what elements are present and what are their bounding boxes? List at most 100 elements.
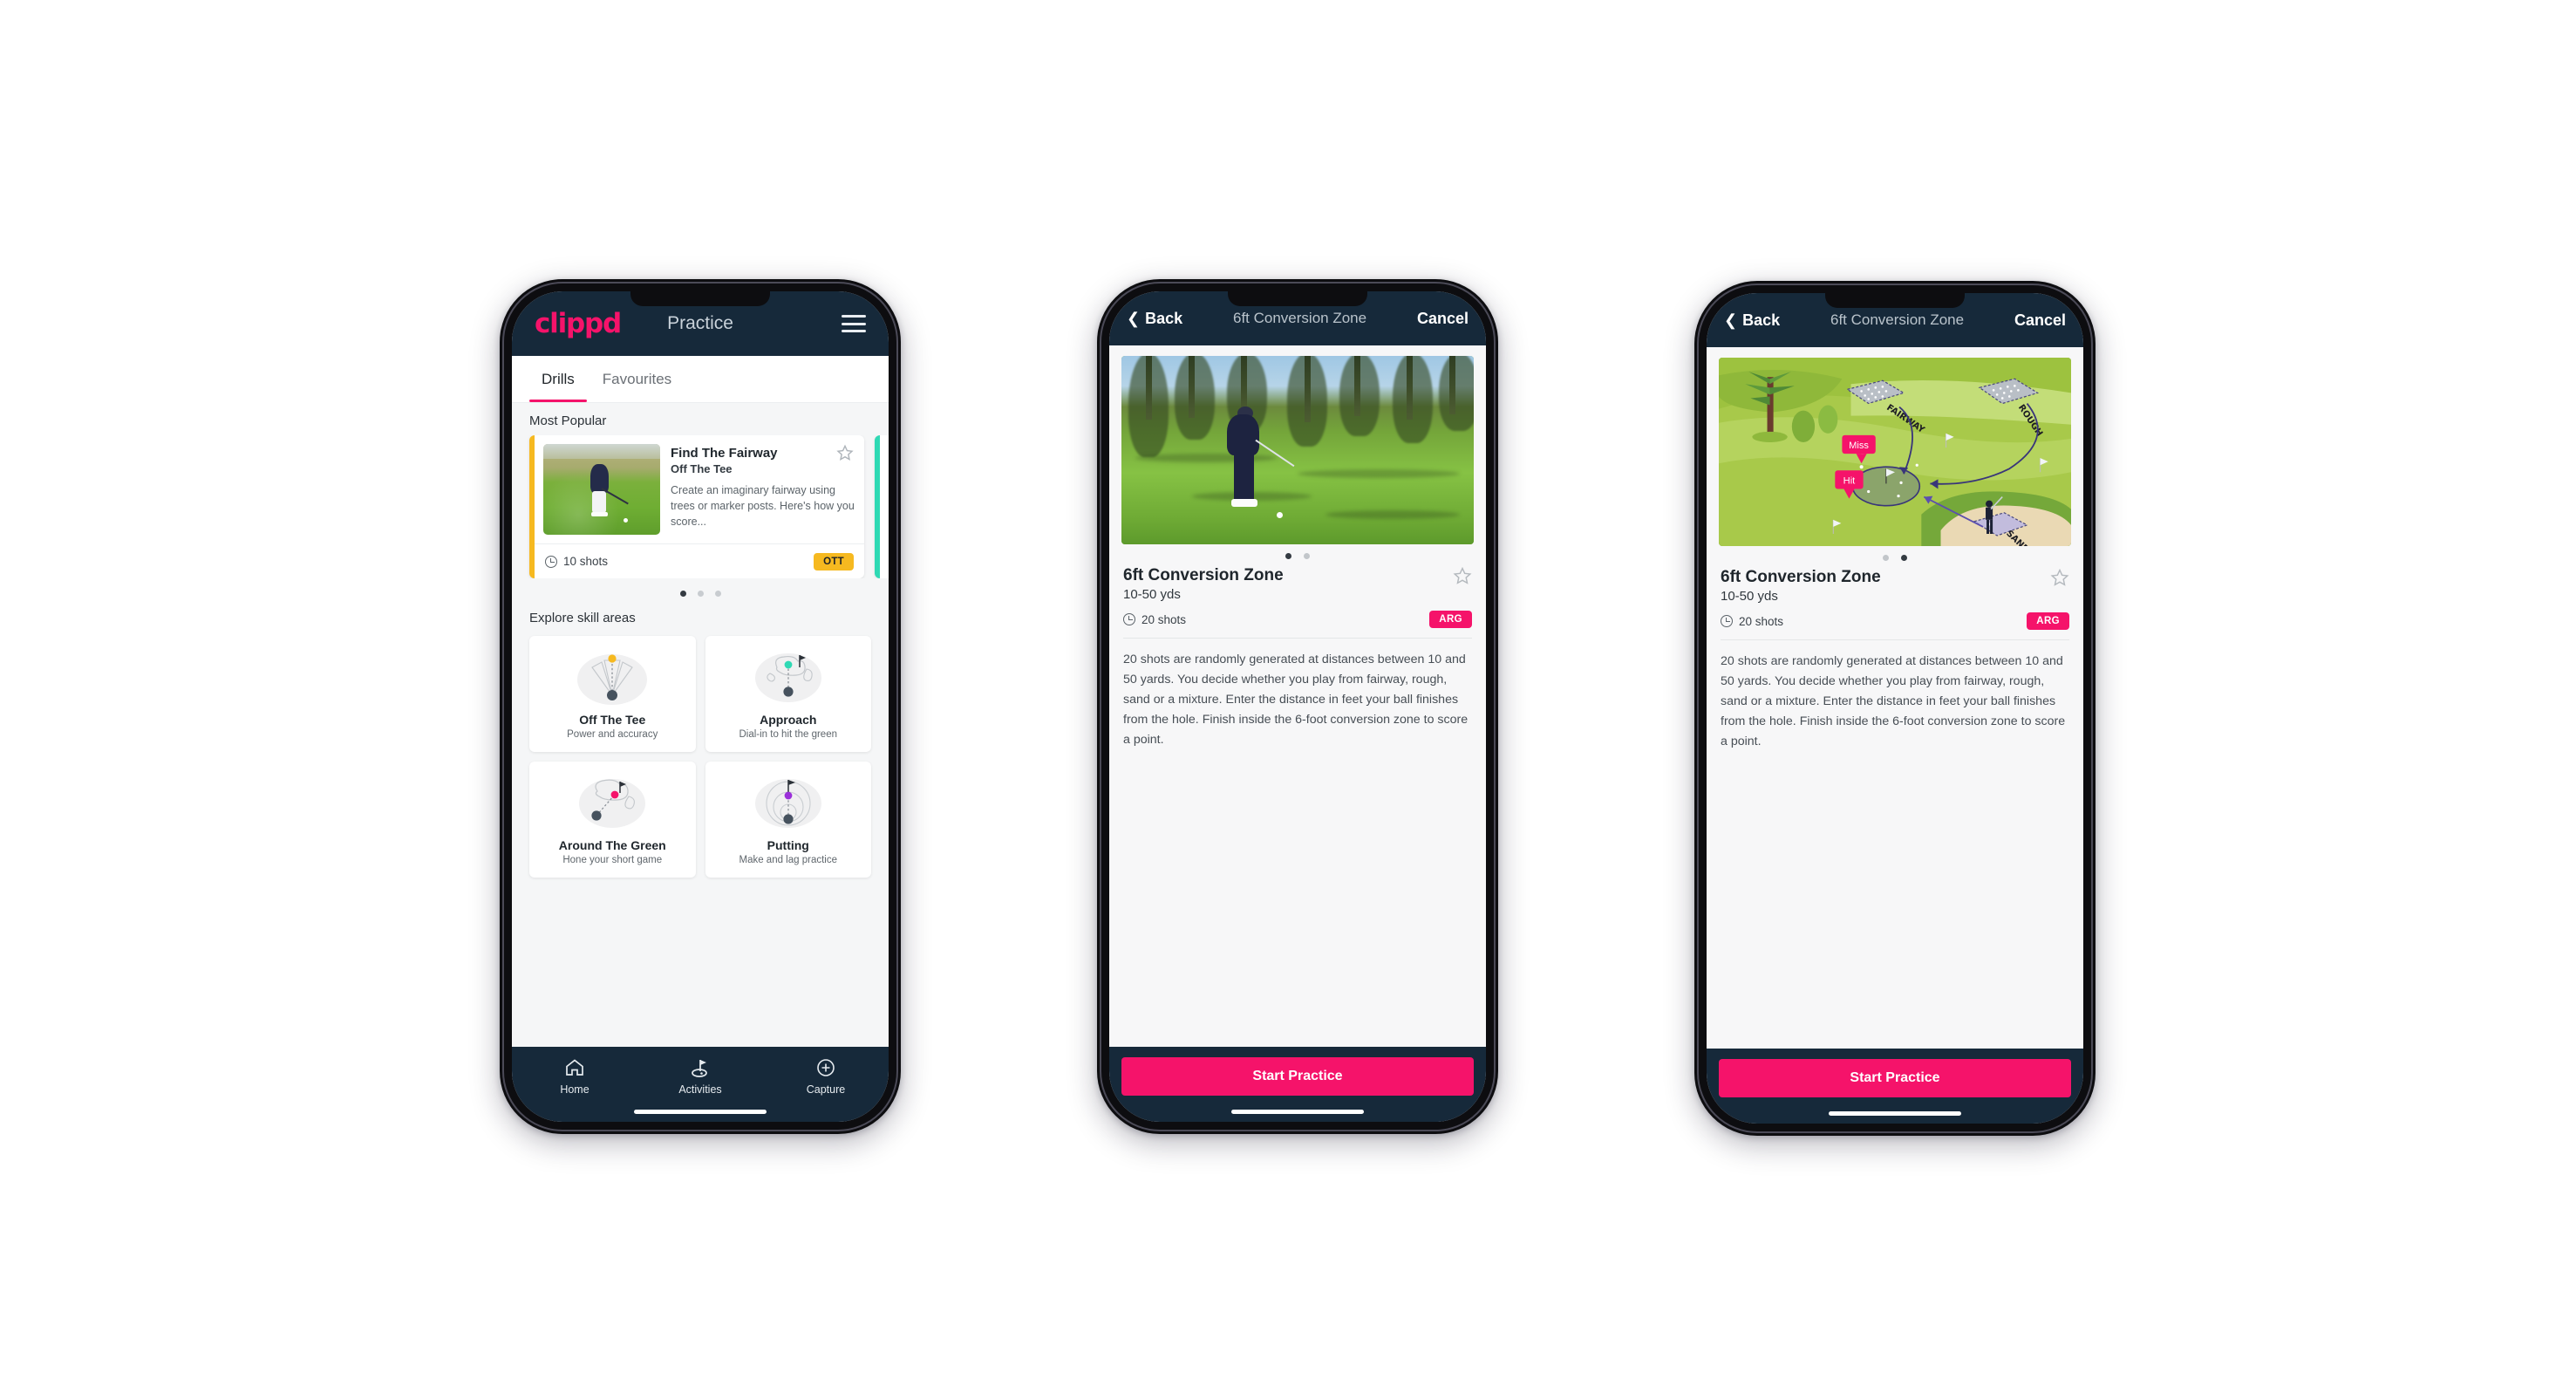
start-practice-button[interactable]: Start Practice	[1121, 1057, 1474, 1096]
cta-footer: Start Practice	[1109, 1047, 1486, 1122]
svg-text:Miss: Miss	[1849, 441, 1869, 451]
skill-name: Putting	[767, 838, 809, 852]
star-outline-icon[interactable]	[836, 444, 854, 461]
tabbar-item-capture[interactable]: Capture	[763, 1057, 889, 1096]
carousel-dots[interactable]	[512, 578, 889, 600]
phone1-screen: clippd Practice Drills Favourites Most P…	[512, 291, 889, 1122]
drill-meta-row: 20 shots ARG	[1121, 602, 1474, 628]
hero-dot-2[interactable]	[1901, 555, 1907, 561]
drill-distance: 10-50 yds	[1123, 587, 1181, 602]
drill-shots-label: 10 shots	[563, 555, 609, 568]
cancel-button[interactable]: Cancel	[2014, 311, 2066, 330]
skill-name: Around The Green	[558, 838, 666, 852]
drill-shots-label: 20 shots	[1141, 612, 1187, 626]
skill-desc: Hone your short game	[562, 855, 663, 865]
phone-notch	[1228, 291, 1367, 306]
drill-hero-illustration[interactable]: FAIRWAY ROUGH SAND Miss Hit	[1719, 358, 2071, 546]
phone-mockup-drill-detail-diagram: ❮ Back 6ft Conversion Zone Cancel FAIRWA…	[1694, 281, 2096, 1136]
most-popular-heading: Most Popular	[529, 413, 607, 428]
drill-detail-body: 6ft Conversion Zone 10-50 yds 20 shots A…	[1109, 345, 1486, 1047]
star-outline-icon[interactable]	[1453, 566, 1472, 585]
tab-drills[interactable]: Drills	[528, 356, 589, 402]
tee-fan-icon	[535, 646, 691, 707]
back-button[interactable]: ❮ Back	[1127, 310, 1182, 328]
hero-dot-2[interactable]	[1304, 553, 1310, 559]
drill-shots: 10 shots	[545, 555, 608, 568]
skill-card-putting[interactable]: Putting Make and lag practice	[705, 762, 871, 878]
home-indicator	[634, 1110, 767, 1114]
cta-footer: Start Practice	[1707, 1049, 2083, 1124]
drill-title: 6ft Conversion Zone	[1721, 568, 1881, 586]
svg-text:Hit: Hit	[1843, 475, 1856, 486]
flag-green-icon	[692, 1060, 707, 1077]
drill-badge-arg: ARG	[2027, 612, 2069, 630]
tab-favourites[interactable]: Favourites	[589, 356, 685, 402]
tabbar-label: Capture	[806, 1083, 846, 1096]
clock-icon	[1123, 613, 1135, 625]
screenshot-canvas: clippd Practice Drills Favourites Most P…	[0, 0, 2576, 1387]
plus-circle-icon	[817, 1059, 835, 1076]
clock-icon	[1721, 615, 1733, 627]
skill-card-approach[interactable]: Approach Dial-in to hit the green	[705, 636, 871, 752]
drill-card-next-peek[interactable]	[875, 435, 889, 578]
drill-distance: 10-50 yds	[1721, 589, 1778, 604]
drill-detail-body: FAIRWAY ROUGH SAND Miss Hit 6ft Conversi…	[1707, 347, 2083, 1049]
tabbar-label: Home	[560, 1083, 589, 1096]
back-button[interactable]: ❮ Back	[1724, 311, 1780, 330]
drill-title: 6ft Conversion Zone	[1123, 566, 1284, 584]
clippd-logo[interactable]: clippd	[535, 308, 622, 339]
start-practice-button[interactable]: Start Practice	[1719, 1059, 2071, 1097]
drill-title-row: 6ft Conversion Zone 10-50 yds	[1121, 566, 1474, 602]
drill-description: Create an imaginary fairway using trees …	[671, 484, 855, 529]
drill-subtitle: Off The Tee	[671, 462, 733, 475]
tab-favourites-label: Favourites	[602, 370, 672, 387]
hero-carousel-dots[interactable]	[1121, 544, 1474, 566]
chevron-left-icon: ❮	[1724, 311, 1738, 329]
drill-title: Find The Fairway	[671, 446, 778, 461]
drill-card-footer: 10 shots OTT	[535, 543, 864, 578]
bottom-tab-bar: Home Activities Capture	[512, 1047, 889, 1122]
carousel-dot-1[interactable]	[679, 591, 686, 597]
star-outline-icon[interactable]	[2050, 568, 2069, 587]
hero-carousel-dots[interactable]	[1719, 546, 2071, 568]
cancel-button[interactable]: Cancel	[1417, 310, 1469, 328]
practice-scroll-area[interactable]: Most Popular Find The Fairway Off The Te…	[512, 403, 889, 1047]
carousel-dot-2[interactable]	[697, 591, 704, 597]
skill-desc: Power and accuracy	[567, 729, 658, 740]
drill-card[interactable]: Find The Fairway Off The Tee Create an i…	[529, 435, 864, 578]
putting-rings-icon	[711, 772, 867, 833]
phone2-screen: ❮ Back 6ft Conversion Zone Cancel 6ft Co…	[1109, 291, 1486, 1122]
drill-hero-photo[interactable]	[1121, 356, 1474, 544]
tabbar-label: Activities	[678, 1083, 722, 1096]
skill-card-off-the-tee[interactable]: Off The Tee Power and accuracy	[529, 636, 696, 752]
phone-notch	[630, 291, 770, 306]
most-popular-carousel[interactable]: Find The Fairway Off The Tee Create an i…	[512, 435, 889, 578]
tabbar-item-activities[interactable]: Activities	[637, 1057, 763, 1096]
skill-name: Approach	[760, 713, 817, 727]
navbar-title: 6ft Conversion Zone	[1830, 311, 1965, 328]
hamburger-icon[interactable]	[842, 315, 866, 332]
tab-strip: Drills Favourites	[512, 356, 889, 403]
drill-thumbnail	[543, 444, 660, 535]
drill-shots-label: 20 shots	[1739, 614, 1784, 628]
chevron-left-icon: ❮	[1127, 310, 1141, 327]
drill-title-block: 6ft Conversion Zone 10-50 yds	[1721, 568, 1881, 604]
skill-desc: Make and lag practice	[739, 855, 837, 865]
home-indicator	[1231, 1110, 1364, 1114]
skill-card-around-the-green[interactable]: Around The Green Hone your short game	[529, 762, 696, 878]
golf-hole-diagram: FAIRWAY ROUGH SAND Miss Hit	[1719, 358, 2071, 546]
drill-meta-row: 20 shots ARG	[1719, 604, 2071, 630]
drill-description: 20 shots are randomly generated at dista…	[1123, 653, 1469, 747]
back-label: Back	[1145, 309, 1183, 327]
skill-name: Off The Tee	[579, 713, 646, 727]
carousel-dot-3[interactable]	[714, 591, 721, 597]
hero-dot-1[interactable]	[1285, 553, 1291, 559]
drill-description: 20 shots are randomly generated at dista…	[1721, 654, 2066, 748]
tabbar-item-home[interactable]: Home	[512, 1057, 637, 1096]
hero-dot-1[interactable]	[1883, 555, 1889, 561]
green-approach-icon	[711, 646, 867, 707]
drill-title-block: 6ft Conversion Zone 10-50 yds	[1123, 566, 1284, 602]
back-label: Back	[1742, 311, 1781, 329]
drill-shots: 20 shots	[1721, 615, 1783, 628]
home-icon	[566, 1059, 583, 1076]
